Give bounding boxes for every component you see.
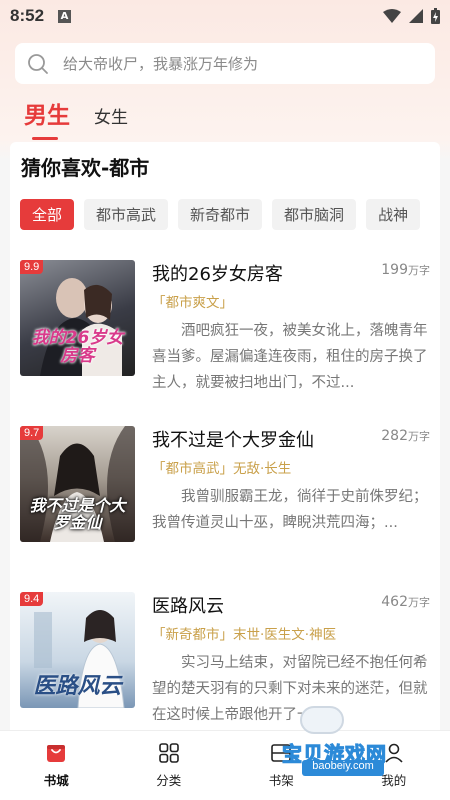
chip-war-god[interactable]: 战神 (366, 199, 421, 230)
nav-category[interactable]: 分类 (113, 731, 226, 800)
wifi-icon (383, 9, 401, 23)
book-tags: 「新奇都市」末世·医生文·神医 (152, 627, 337, 643)
nav-bookshelf-label: 书架 (268, 773, 294, 788)
notification-icon: A (58, 9, 72, 23)
book-title[interactable]: 我不过是个大罗金仙 (152, 426, 314, 452)
gender-tabs: 男生 女生 (24, 96, 128, 140)
status-time: 8:52 (10, 6, 45, 25)
watermark-url: baobeiy.com (302, 760, 384, 776)
search-icon (28, 53, 48, 74)
nav-profile-label: 我的 (381, 773, 407, 788)
word-count: 199万字 (381, 262, 430, 278)
category-chips: 全部 都市高武 新奇都市 都市脑洞 战神 (20, 199, 421, 230)
book-tags: 「都市高武」无敌·长生 (152, 461, 292, 477)
search-bar[interactable]: 给大帝收尸，我暴涨万年修为 (15, 43, 435, 84)
score-badge: 9.4 (20, 592, 44, 606)
status-icons (383, 8, 440, 24)
score-badge: 9.9 (20, 260, 44, 274)
book-title[interactable]: 我的26岁女房客 (152, 260, 283, 286)
score-badge: 9.7 (20, 426, 44, 440)
word-count: 462万字 (381, 594, 430, 610)
chip-urban-martial[interactable]: 都市高武 (84, 199, 169, 230)
nav-category-label: 分类 (156, 773, 182, 788)
book-title[interactable]: 医路风云 (152, 592, 224, 618)
battery-icon (431, 8, 440, 24)
section-title: 猜你喜欢-都市 (21, 156, 150, 180)
cover-title: 我不过是个大罗金仙 (29, 496, 126, 533)
signal-icon (409, 9, 423, 23)
chip-urban-brainhole[interactable]: 都市脑洞 (272, 199, 357, 230)
book-description: 我曾驯服霸王龙，徜徉于史前侏罗纪；我曾传道灵山十巫，睥睨洪荒四海；... (152, 489, 428, 531)
nav-bookstore-label: 书城 (43, 773, 69, 788)
cover-title: 医路风云 (33, 673, 122, 699)
word-count: 282万字 (381, 428, 430, 444)
grid-category-icon (158, 743, 179, 763)
bookstore-bag-icon (47, 745, 66, 762)
recommend-card: 猜你喜欢-都市 全部 都市高武 新奇都市 都市脑洞 战神 9.9 我的26岁女房… (10, 142, 440, 742)
book-item[interactable]: 9.9 我的26岁女房客 我的26岁女房客 199万字 「都市爽文」 酒吧疯狂一… (20, 260, 430, 410)
tab-male-label: 男生 (24, 103, 70, 129)
book-item[interactable]: 9.4 医路风云 医路风云 462万字 「新奇都市」末世·医生文·神医 实习马上… (20, 592, 430, 742)
chip-all[interactable]: 全部 (20, 199, 75, 230)
tab-active-indicator (32, 137, 58, 140)
book-description: 实习马上结束，对留院已经不抱任何希望的楚天羽有的只剩下对未来的迷茫，但就在这时候… (152, 655, 428, 723)
book-cover[interactable]: 9.9 我的26岁女房客 (20, 260, 135, 376)
book-tags: 「都市爽文」 (152, 295, 233, 311)
gamepad-watermark-icon (300, 706, 344, 734)
search-placeholder: 给大帝收尸，我暴涨万年修为 (63, 55, 259, 73)
nav-bookstore[interactable]: 书城 (0, 731, 113, 800)
tab-female[interactable]: 女生 (94, 103, 128, 136)
tab-male[interactable]: 男生 (24, 96, 70, 140)
book-cover[interactable]: 9.7 我不过是个大罗金仙 (20, 426, 135, 542)
chip-novel-urban[interactable]: 新奇都市 (178, 199, 263, 230)
book-item[interactable]: 9.7 我不过是个大罗金仙 我不过是个大罗金仙 282万字 「都市高武」无敌·长… (20, 426, 430, 576)
book-cover[interactable]: 9.4 医路风云 (20, 592, 135, 708)
status-bar: 8:52 A (0, 0, 450, 32)
cover-title: 我的26岁女房客 (31, 328, 124, 367)
book-description: 酒吧疯狂一夜，被美女讹上，落魄青年喜当爹。屋漏偏逢连夜雨，租住的房子换了主人，就… (152, 323, 428, 391)
